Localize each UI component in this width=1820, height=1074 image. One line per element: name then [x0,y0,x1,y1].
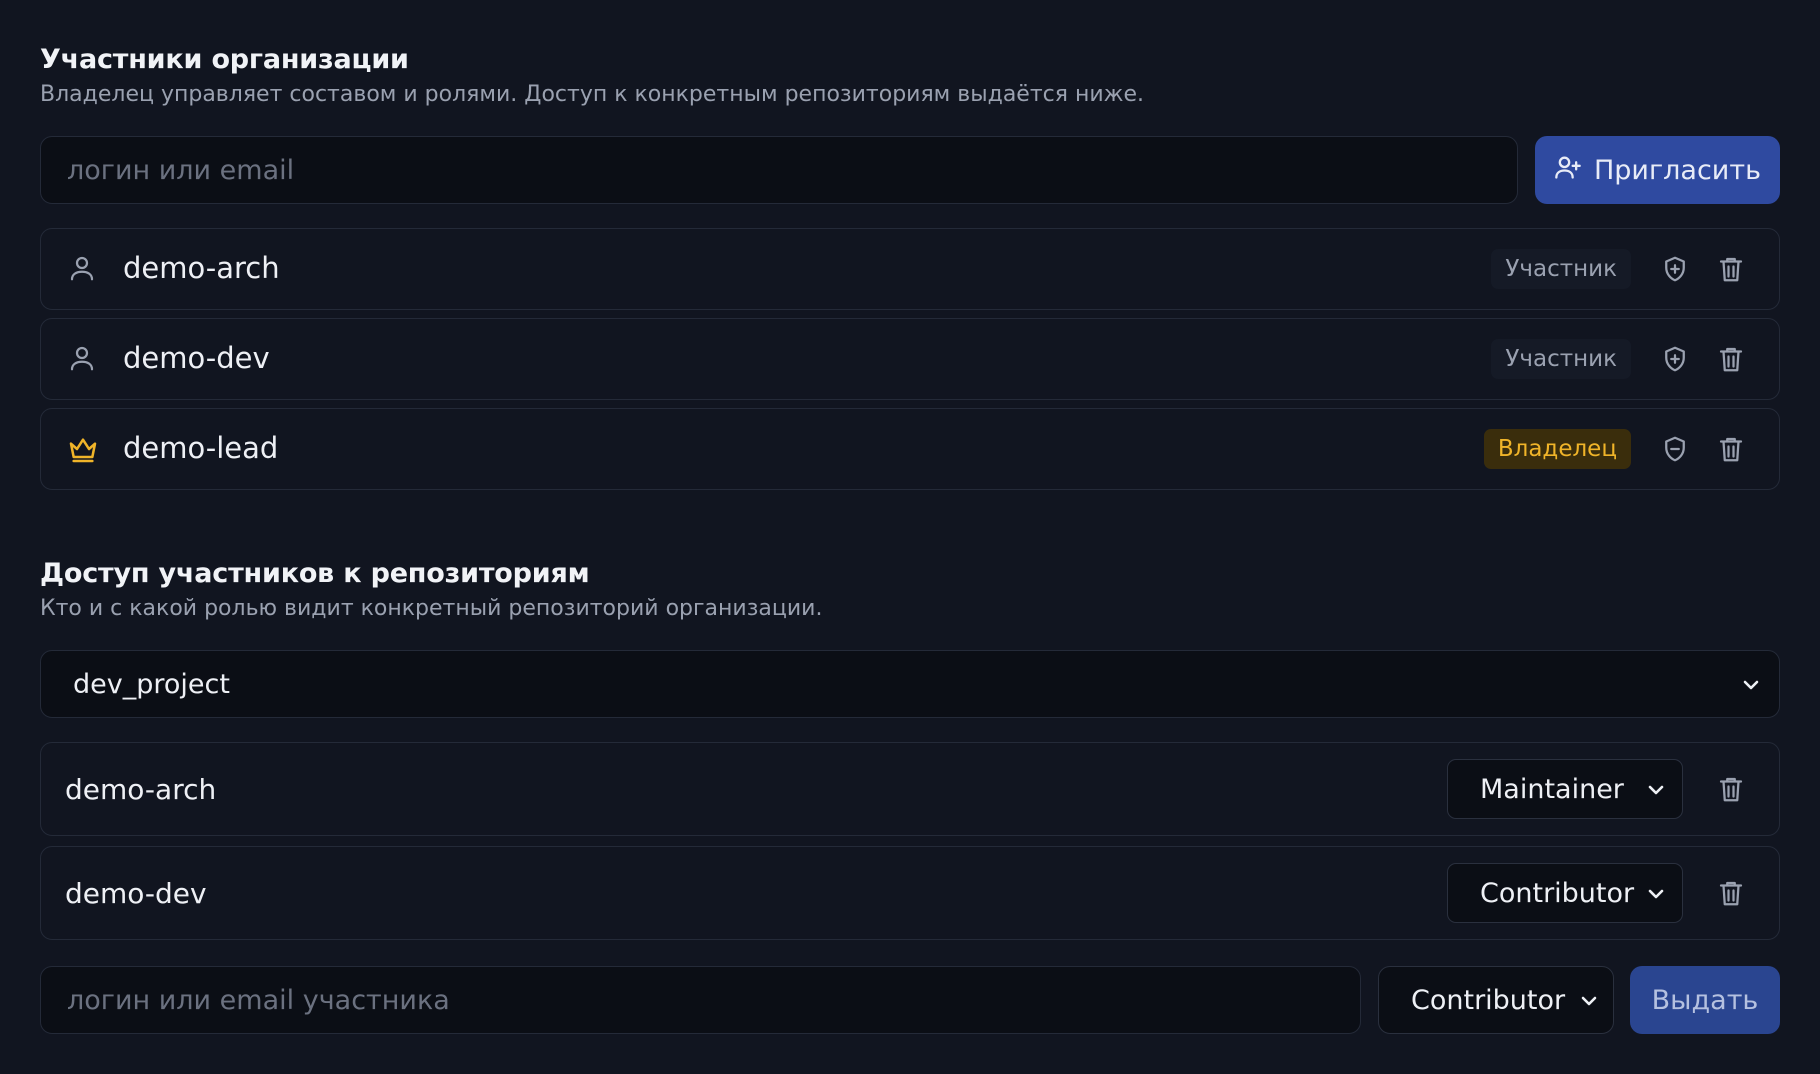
grant-user-input[interactable]: логин или email участника [40,966,1361,1034]
grant-role-value: Contributor [1411,984,1566,1016]
chevron-down-icon [1644,882,1668,913]
access-role-value: Contributor [1480,877,1635,909]
shield-plus-icon[interactable] [1657,341,1693,377]
trash-icon[interactable] [1713,875,1749,911]
access-user-name: demo-arch [65,773,217,806]
chevron-down-icon [1577,989,1601,1020]
role-badge: Участник [1491,249,1631,289]
access-role-select[interactable]: Maintainer [1447,759,1683,819]
chevron-down-icon [1644,778,1668,809]
repo-access-subtitle: Кто и с какой ролью видит конкретный реп… [40,596,823,621]
grant-button-label: Выдать [1651,984,1759,1016]
trash-icon[interactable] [1713,341,1749,377]
member-row: demo-dev Участник [40,318,1780,400]
crown-icon [67,433,97,463]
user-icon [67,343,97,373]
members-title: Участники организации [40,44,409,75]
trash-icon[interactable] [1713,251,1749,287]
grant-role-select[interactable]: Contributor [1378,966,1614,1034]
trash-icon[interactable] [1713,771,1749,807]
member-name: demo-arch [123,251,280,285]
member-row: demo-lead Владелец [40,408,1780,490]
shield-plus-icon[interactable] [1657,251,1693,287]
repo-select[interactable]: dev_project [40,650,1780,718]
grant-user-placeholder: логин или email участника [67,984,450,1016]
invite-button[interactable]: Пригласить [1535,136,1780,204]
member-name: demo-lead [123,431,279,465]
members-subtitle: Владелец управляет составом и ролями. До… [40,82,1145,107]
access-row: demo-arch Maintainer [40,742,1780,836]
repo-access-title: Доступ участников к репозиториям [40,558,590,589]
user-plus-icon [1554,153,1582,188]
invite-button-label: Пригласить [1593,154,1761,186]
trash-icon[interactable] [1713,431,1749,467]
access-role-select[interactable]: Contributor [1447,863,1683,923]
access-role-value: Maintainer [1480,773,1624,805]
access-row: demo-dev Contributor [40,846,1780,940]
access-user-name: demo-dev [65,877,207,910]
chevron-down-icon [1739,673,1763,704]
role-badge: Участник [1491,339,1631,379]
user-icon [67,253,97,283]
repo-select-value: dev_project [73,668,230,700]
shield-minus-icon[interactable] [1657,431,1693,467]
role-badge-owner: Владелец [1483,429,1631,469]
invite-placeholder: логин или email [67,154,295,186]
invite-input[interactable]: логин или email [40,136,1518,204]
grant-button[interactable]: Выдать [1630,966,1780,1034]
member-row: demo-arch Участник [40,228,1780,310]
member-name: demo-dev [123,341,270,375]
